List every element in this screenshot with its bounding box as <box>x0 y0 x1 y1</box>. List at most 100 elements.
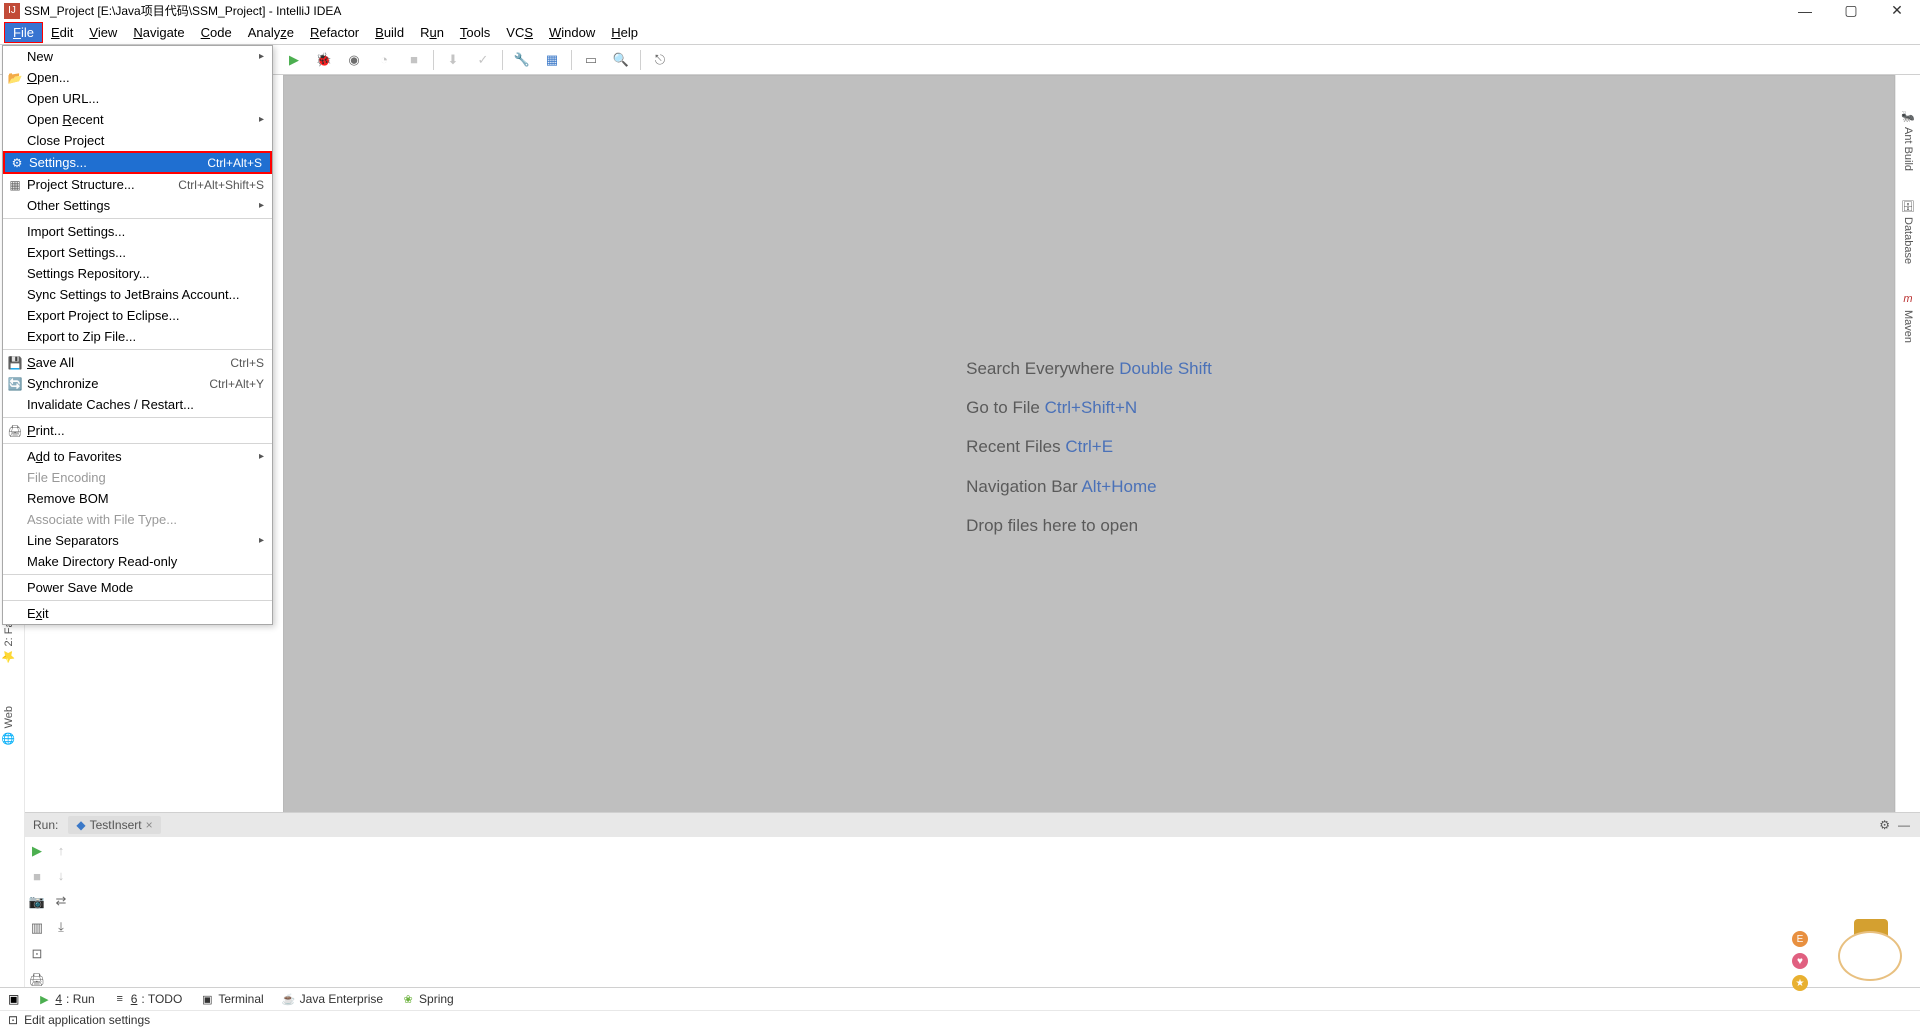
menu-item-print[interactable]: 🖨Print... <box>3 420 272 441</box>
wrench-icon[interactable]: 🔧 <box>511 49 533 71</box>
menu-refactor[interactable]: Refactor <box>302 23 367 42</box>
shortcut: Ctrl+Alt+Shift+S <box>178 178 264 192</box>
commit-icon[interactable]: ✓ <box>472 49 494 71</box>
coverage-icon[interactable]: ◉ <box>343 49 365 71</box>
menu-run[interactable]: Run <box>412 23 452 42</box>
menu-build[interactable]: Build <box>367 23 412 42</box>
menu-tools[interactable]: Tools <box>452 23 498 42</box>
shortcut: Ctrl+Alt+Y <box>209 377 264 391</box>
mascot-dot: ♥ <box>1792 953 1808 969</box>
tab-ant-build[interactable]: 🐜Ant Build <box>1899 105 1917 175</box>
main-area: Search Everywhere Double Shift Go to Fil… <box>25 75 1895 819</box>
menu-item-export-settings[interactable]: Export Settings... <box>3 242 272 263</box>
menu-item-line-separators[interactable]: Line Separators▸ <box>3 530 272 551</box>
mascot-dot: ★ <box>1792 975 1808 991</box>
menu-item-file-encoding: File Encoding <box>3 467 272 488</box>
maven-icon: m <box>1901 292 1915 306</box>
menu-item-export-eclipse[interactable]: Export Project to Eclipse... <box>3 305 272 326</box>
menu-item-make-readonly[interactable]: Make Directory Read-only <box>3 551 272 572</box>
preview-icon[interactable]: ▭ <box>580 49 602 71</box>
menu-edit[interactable]: Edit <box>43 23 81 42</box>
tab-maven[interactable]: mMaven <box>1899 288 1917 347</box>
save-icon: 💾 <box>7 356 23 370</box>
menu-item-exit[interactable]: Exit <box>3 603 272 624</box>
scroll-icon[interactable]: ⤓ <box>58 919 64 935</box>
run-tab-testinsert[interactable]: ◆TestInsert × <box>68 816 160 834</box>
tab-web[interactable]: 🌐 Web <box>2 702 15 749</box>
layout-icon[interactable]: ▥ <box>31 920 43 936</box>
tab-run[interactable]: ▶4: Run <box>37 992 94 1006</box>
up-icon[interactable]: ↑ <box>58 843 65 858</box>
menu-item-import-settings[interactable]: Import Settings... <box>3 221 272 242</box>
label: Export Settings... <box>27 245 126 260</box>
menu-analyze[interactable]: Analyze <box>240 23 302 42</box>
menu-code[interactable]: Code <box>193 23 240 42</box>
minimize-panel-icon[interactable]: — <box>1898 818 1910 832</box>
menu-item-open[interactable]: 📂Open... <box>3 67 272 88</box>
toolbar: ▶ 🐞 ◉ ◔ ■ ⬇ ✓ 🔧 ▦ ▭ 🔍 ⎋ <box>0 45 1920 75</box>
pin-icon[interactable]: ⊡ <box>32 946 43 962</box>
profile-icon[interactable]: ◔ <box>373 49 395 71</box>
close-tab-icon[interactable]: × <box>146 818 153 832</box>
menu-item-synchronize[interactable]: 🔄SynchronizeCtrl+Alt+Y <box>3 373 272 394</box>
menu-item-save-all[interactable]: 💾Save AllCtrl+S <box>3 352 272 373</box>
menu-item-new[interactable]: New ▸ <box>3 46 272 67</box>
minimize-button[interactable]: — <box>1782 0 1828 21</box>
menu-item-power-save[interactable]: Power Save Mode <box>3 577 272 598</box>
label: New <box>27 49 53 64</box>
update-icon[interactable]: ⬇ <box>442 49 464 71</box>
close-button[interactable]: ✕ <box>1874 0 1920 21</box>
wrap-icon[interactable]: ⇄ <box>56 893 67 909</box>
menu-item-export-zip[interactable]: Export to Zip File... <box>3 326 272 347</box>
menu-item-project-structure[interactable]: ▦Project Structure...Ctrl+Alt+Shift+S <box>3 174 272 195</box>
menu-item-settings[interactable]: ⚙Settings...Ctrl+Alt+S <box>3 151 272 174</box>
editor-empty-state[interactable]: Search Everywhere Double Shift Go to Fil… <box>283 75 1895 819</box>
menu-item-open-url[interactable]: Open URL... <box>3 88 272 109</box>
tab-terminal[interactable]: ▣Terminal <box>200 992 263 1006</box>
menu-item-sync-settings[interactable]: Sync Settings to JetBrains Account... <box>3 284 272 305</box>
show-tool-windows-icon[interactable]: ▣ <box>8 992 19 1006</box>
avatar-icon[interactable]: ⎋ <box>649 49 671 71</box>
shortcut: Ctrl+S <box>230 356 264 370</box>
menu-item-other-settings[interactable]: Other Settings▸ <box>3 195 272 216</box>
search-icon[interactable]: 🔍 <box>610 49 632 71</box>
menubar: File Edit View Navigate Code Analyze Ref… <box>0 21 1920 45</box>
menu-item-open-recent[interactable]: Open Recent▸ <box>3 109 272 130</box>
debug-icon[interactable]: 🐞 <box>313 49 335 71</box>
mascot-body <box>1838 931 1902 981</box>
structure-icon[interactable]: ▦ <box>541 49 563 71</box>
stop-icon[interactable]: ■ <box>403 49 425 71</box>
down-icon[interactable]: ↓ <box>58 868 65 883</box>
terminal-icon: ▣ <box>200 992 214 1006</box>
menu-separator <box>3 218 272 219</box>
bottom-tool-bar: ▣ ▶4: Run ≡6: TODO ▣Terminal ☕Java Enter… <box>0 987 1920 1010</box>
tab-spring[interactable]: ❀Spring <box>401 992 454 1006</box>
menu-item-settings-repo[interactable]: Settings Repository... <box>3 263 272 284</box>
tab-todo[interactable]: ≡6: TODO <box>113 992 183 1006</box>
menu-view[interactable]: View <box>81 23 125 42</box>
label: Settings... <box>29 155 87 170</box>
folder-icon: 📂 <box>7 71 23 85</box>
print-icon[interactable]: 🖨 <box>29 972 46 988</box>
camera-icon[interactable]: 📷 <box>29 894 45 910</box>
tab-database[interactable]: 🗄Database <box>1899 195 1917 268</box>
menu-vcs[interactable]: VCS <box>498 23 541 42</box>
tab-java-enterprise[interactable]: ☕Java Enterprise <box>282 992 383 1006</box>
menu-item-remove-bom[interactable]: Remove BOM <box>3 488 272 509</box>
menu-separator <box>3 443 272 444</box>
menu-help[interactable]: Help <box>603 23 646 42</box>
run-icon[interactable]: ▶ <box>283 49 305 71</box>
gear-icon[interactable]: ⚙ <box>1879 818 1890 832</box>
menu-item-close-project[interactable]: Close Project <box>3 130 272 151</box>
chevron-right-icon: ▸ <box>259 51 264 62</box>
menu-navigate[interactable]: Navigate <box>125 23 192 42</box>
rerun-icon[interactable]: ▶ <box>32 843 42 859</box>
menu-window[interactable]: Window <box>541 23 603 42</box>
stop-icon[interactable]: ■ <box>33 869 41 884</box>
maximize-button[interactable]: ▢ <box>1828 0 1874 21</box>
menu-file[interactable]: File <box>4 22 43 43</box>
mascot-decoration: E ♥ ★ <box>1792 921 1912 1001</box>
menu-item-invalidate[interactable]: Invalidate Caches / Restart... <box>3 394 272 415</box>
run-header: Run: ◆TestInsert × ⚙ — <box>25 813 1920 837</box>
menu-item-add-favorites[interactable]: Add to Favorites▸ <box>3 446 272 467</box>
